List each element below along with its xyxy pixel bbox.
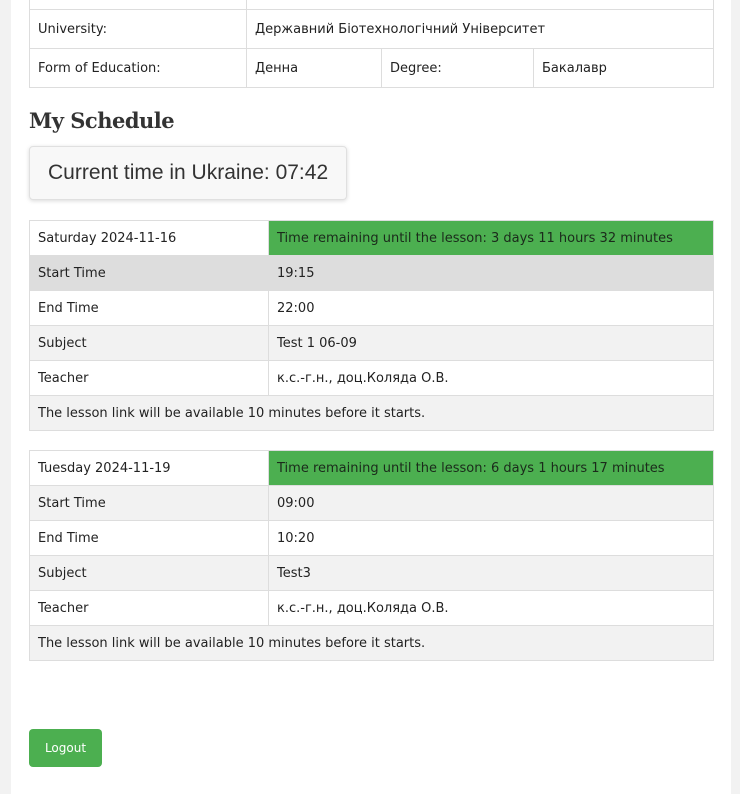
lesson-date: Tuesday 2024-11-19 — [29, 450, 269, 486]
lesson-link-note: The lesson link will be available 10 min… — [29, 625, 714, 661]
subject-value: Test 1 06-09 — [268, 325, 714, 361]
end-time-row: End Time 10:20 — [29, 520, 714, 556]
teacher-row: Teacher к.с.-г.н., доц.Коляда О.В. — [29, 590, 714, 626]
teacher-value: к.с.-г.н., доц.Коляда О.В. — [268, 360, 714, 396]
current-time-box: Current time in Ukraine: 07:42 — [29, 146, 348, 200]
time-remaining: Time remaining until the lesson: 3 days … — [268, 220, 714, 256]
info-cell-empty — [29, 0, 247, 10]
start-time-label: Start Time — [29, 255, 269, 291]
main-content: University: Державний Біотехнологічний У… — [29, 0, 715, 661]
lesson-header-row: Tuesday 2024-11-19 Time remaining until … — [29, 450, 714, 486]
lesson-link-note: The lesson link will be available 10 min… — [29, 395, 714, 431]
teacher-label: Teacher — [29, 360, 269, 396]
info-row-education: Form of Education: Денна Degree: Бакалав… — [29, 48, 715, 88]
end-time-label: End Time — [29, 520, 269, 556]
lesson-table: Tuesday 2024-11-19 Time remaining until … — [29, 450, 714, 661]
time-remaining: Time remaining until the lesson: 6 days … — [268, 450, 714, 486]
page-panel: University: Державний Біотехнологічний У… — [11, 0, 731, 794]
form-of-education-value: Денна — [246, 48, 382, 88]
end-time-value: 10:20 — [268, 520, 714, 556]
lesson-link-row: The lesson link will be available 10 min… — [29, 625, 714, 661]
subject-label: Subject — [29, 555, 269, 591]
lesson-link-row: The lesson link will be available 10 min… — [29, 395, 714, 431]
info-cell-empty — [245, 0, 715, 10]
university-label: University: — [29, 9, 247, 49]
info-row-university: University: Державний Біотехнологічний У… — [29, 9, 715, 49]
lesson-table: Saturday 2024-11-16 Time remaining until… — [29, 220, 714, 431]
logout-button[interactable]: Logout — [29, 729, 102, 767]
teacher-value: к.с.-г.н., доц.Коляда О.В. — [268, 590, 714, 626]
subject-row: Subject Test3 — [29, 555, 714, 591]
lesson-header-row: Saturday 2024-11-16 Time remaining until… — [29, 220, 714, 256]
university-value: Державний Біотехнологічний Університет — [245, 9, 715, 49]
schedule-title: My Schedule — [29, 108, 175, 133]
form-of-education-label: Form of Education: — [29, 48, 247, 88]
start-time-value: 19:15 — [268, 255, 714, 291]
end-time-label: End Time — [29, 290, 269, 326]
subject-row: Subject Test 1 06-09 — [29, 325, 714, 361]
subject-value: Test3 — [268, 555, 714, 591]
start-time-value: 09:00 — [268, 485, 714, 521]
lesson-date: Saturday 2024-11-16 — [29, 220, 269, 256]
degree-label: Degree: — [381, 48, 534, 88]
info-row-top — [29, 0, 715, 10]
start-time-row: Start Time 09:00 — [29, 485, 714, 521]
end-time-value: 22:00 — [268, 290, 714, 326]
teacher-label: Teacher — [29, 590, 269, 626]
start-time-row: Start Time 19:15 — [29, 255, 714, 291]
end-time-row: End Time 22:00 — [29, 290, 714, 326]
start-time-label: Start Time — [29, 485, 269, 521]
degree-value: Бакалавр — [532, 48, 715, 88]
subject-label: Subject — [29, 325, 269, 361]
student-info-table: University: Державний Біотехнологічний У… — [29, 0, 715, 88]
teacher-row: Teacher к.с.-г.н., доц.Коляда О.В. — [29, 360, 714, 396]
